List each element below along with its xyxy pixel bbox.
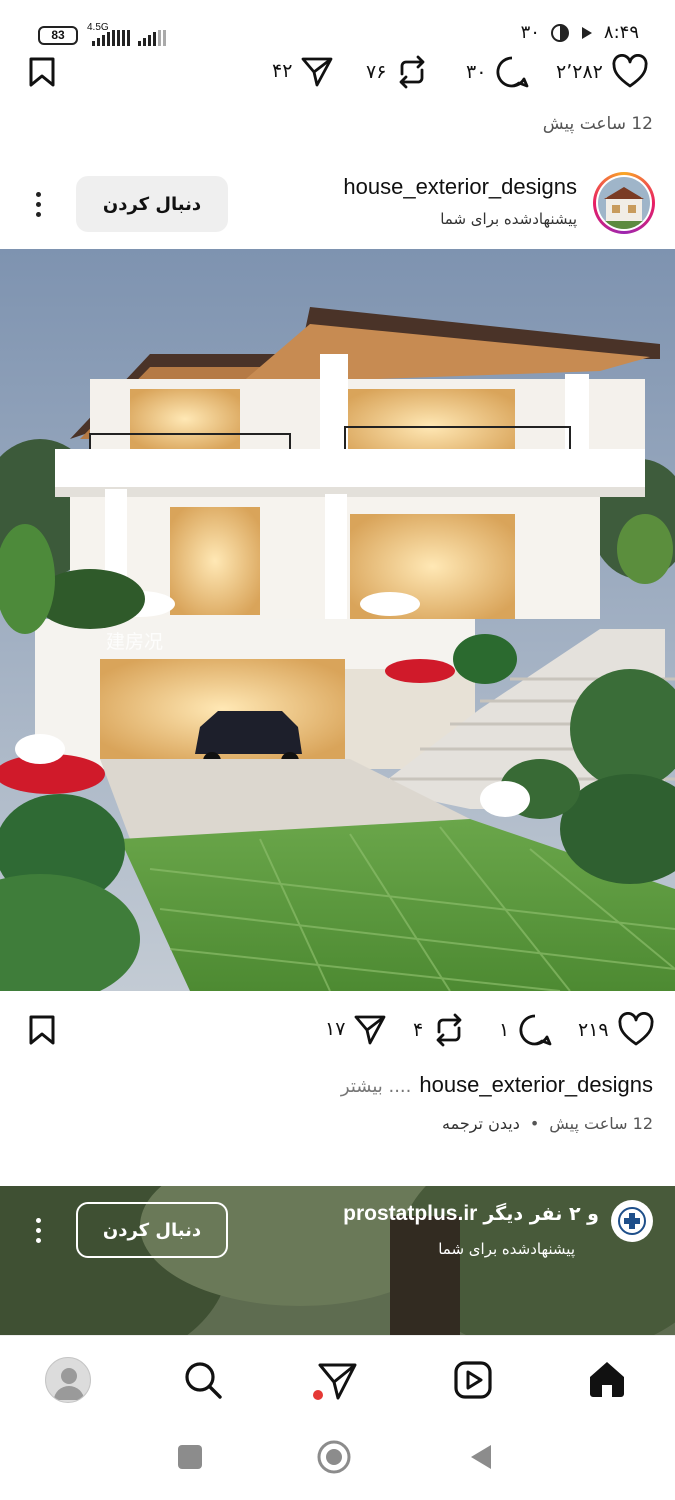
post-time: 12 ساعت پیش (549, 1114, 653, 1133)
battery-indicator: 83 (38, 26, 78, 45)
profile-icon[interactable] (45, 1357, 91, 1403)
share-action[interactable]: ۱۷ (325, 1012, 387, 1046)
house-avatar-image (598, 177, 650, 229)
bookmark-icon[interactable] (26, 1014, 58, 1046)
status-extra: ۳۰ (520, 22, 540, 43)
home-icon[interactable] (586, 1358, 628, 1400)
back-button[interactable] (468, 1443, 494, 1471)
clock: ۸:۴۹ (603, 22, 639, 43)
send-icon (355, 1015, 386, 1045)
share-count: ۱۷ (325, 1018, 346, 1040)
search-icon[interactable] (183, 1360, 223, 1400)
comment-count: ۳۰ (466, 61, 487, 83)
medical-cross-icon (618, 1207, 646, 1235)
like-count: ۲۱۹ (578, 1019, 609, 1041)
caption-more-link[interactable]: .... بیشتر (341, 1076, 411, 1097)
follow-button[interactable]: دنبال کردن (76, 176, 228, 232)
next-post-preview[interactable]: و ۲ نفر دیگر prostatplus.ir پیشنهادشده ب… (0, 1186, 675, 1336)
bottom-navigation (0, 1335, 675, 1423)
next-post-user-line[interactable]: و ۲ نفر دیگر prostatplus.ir (343, 1202, 599, 1226)
like-count: ۲٬۲۸۲ (556, 61, 603, 83)
like-action[interactable]: ۲۱۹ (578, 1012, 655, 1048)
share-count: ۴۲ (272, 60, 293, 82)
previous-post-actions: ۴۲ ۷۶ ۳۰ ۲٬۲۸۲ (0, 48, 675, 98)
heart-icon (618, 1012, 654, 1046)
signal-icon-2 (138, 30, 166, 46)
comment-action[interactable]: ۱ (499, 1012, 553, 1048)
comment-action[interactable]: ۳۰ (466, 54, 530, 90)
send-icon (302, 57, 333, 87)
suggested-label: پیشنهادشده برای شما (440, 210, 577, 228)
next-follow-button[interactable]: دنبال کردن (76, 1202, 228, 1258)
system-navigation (0, 1423, 675, 1500)
next-more-options-icon[interactable] (33, 1218, 43, 1243)
caption[interactable]: .... بیشتر house_exterior_designs (341, 1072, 653, 1098)
data-saver-icon (550, 23, 569, 42)
image-watermark: 建房况 (106, 631, 164, 653)
like-action[interactable]: ۲٬۲۸۲ (556, 54, 649, 90)
repost-icon (400, 55, 425, 89)
send-icon[interactable] (313, 1360, 359, 1402)
reels-icon[interactable] (453, 1360, 493, 1400)
post-meta: 12 ساعت پیش • دیدن ترجمه (442, 1114, 653, 1133)
next-post-others: و ۲ نفر دیگر (483, 1203, 599, 1225)
comment-count: ۱ (499, 1019, 510, 1041)
meta-separator: • (529, 1114, 540, 1133)
post-header: house_exterior_designs پیشنهادشده برای ش… (0, 162, 675, 248)
next-post-avatar[interactable] (611, 1200, 653, 1242)
repost-icon (436, 1013, 462, 1047)
repost-action[interactable]: ۴ (413, 1012, 467, 1048)
status-right: ۳۰ ۸:۴۹ (521, 22, 639, 43)
play-icon (581, 26, 592, 39)
bookmark-icon[interactable] (26, 56, 58, 88)
post-username[interactable]: house_exterior_designs (343, 174, 577, 200)
next-post-username[interactable]: prostatplus.ir (343, 1202, 477, 1226)
avatar[interactable] (593, 172, 655, 234)
heart-icon (612, 54, 648, 88)
home-button[interactable] (316, 1439, 352, 1475)
repost-action[interactable]: ۷۶ (366, 54, 430, 90)
share-action[interactable]: ۴۲ (272, 54, 334, 88)
more-options-icon[interactable] (33, 192, 43, 217)
repost-count: ۴ (413, 1019, 424, 1041)
post-image[interactable]: 建房况 (0, 249, 675, 991)
caption-username[interactable]: house_exterior_designs (419, 1072, 653, 1098)
post-actions: ۱۷ ۴ ۱ ۲۱۹ (0, 1006, 675, 1056)
signal-icon (92, 30, 130, 46)
recent-apps-button[interactable] (178, 1445, 202, 1469)
translate-link[interactable]: دیدن ترجمه (442, 1114, 520, 1133)
next-post-suggested: پیشنهادشده برای شما (438, 1240, 575, 1258)
repost-count: ۷۶ (366, 61, 387, 83)
comment-icon (496, 56, 529, 88)
previous-post-time: 12 ساعت پیش (542, 114, 653, 134)
house-photo (0, 249, 675, 991)
comment-icon (519, 1014, 552, 1046)
